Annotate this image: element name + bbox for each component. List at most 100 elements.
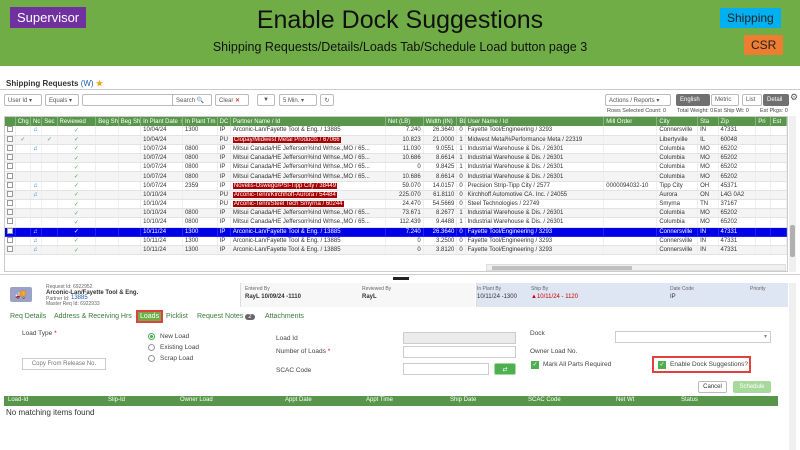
col-scac-code[interactable]: SCAC Code (528, 397, 561, 403)
schedule-button[interactable]: Schedule (733, 381, 771, 393)
enable-dock-suggestions-checkbox[interactable]: ✓ (658, 361, 666, 369)
view-link[interactable]: (W) (81, 79, 94, 88)
row-checkbox[interactable] (7, 154, 13, 161)
row-checkbox[interactable] (7, 172, 13, 179)
col-header[interactable]: In Plant Tm (182, 117, 218, 126)
col-header[interactable]: Beg Sh (118, 117, 142, 126)
row-checkbox[interactable] (7, 135, 13, 142)
actions-reports-button[interactable]: Actions / Reports ▾ (605, 94, 671, 106)
col-header[interactable]: Sta (697, 117, 719, 126)
row-checkbox[interactable] (7, 163, 13, 170)
table-cell[interactable] (5, 144, 16, 155)
detail-scrollbar[interactable] (789, 283, 796, 450)
metric-units-toggle[interactable]: Metric (711, 94, 739, 106)
mark-all-parts-checkbox[interactable]: ✓ (531, 361, 539, 369)
col-appt-time[interactable]: Appt Time (366, 397, 393, 403)
scrap-load-radio[interactable] (148, 355, 155, 362)
table-row[interactable]: ♫ ✓ 10/11/24 1300 IP Arconic-Lan/Fayette Tool… (5, 227, 787, 237)
list-view-toggle[interactable]: List (742, 94, 762, 106)
tab-request-notes[interactable]: Request Notes 2 (197, 313, 255, 320)
table-row[interactable]: ✓ 10/07/24 0800 IP Mitsui Canada/HE Jefferso… (5, 153, 787, 164)
col-net-wt[interactable]: Net Wt (616, 397, 634, 403)
tab-attachments[interactable]: Attachments (265, 313, 304, 320)
col-header[interactable]: Mill Order (603, 117, 658, 126)
col-slip-id[interactable]: Slip-Id (108, 397, 125, 403)
table-row[interactable]: ✓ ✓ ✓ 10/04/24 PU Clopay/Midwest Metal Produc… (5, 135, 787, 145)
table-cell[interactable] (5, 153, 16, 164)
table-cell[interactable] (5, 227, 16, 237)
row-checkbox[interactable] (7, 200, 13, 207)
col-load-id[interactable]: Load-Id (8, 397, 28, 403)
col-header[interactable]: Reviewed (57, 117, 97, 126)
table-cell[interactable] (5, 126, 16, 136)
table-cell[interactable] (5, 217, 16, 228)
filter-operator-select[interactable]: Equals ▾ (45, 94, 79, 106)
table-cell[interactable] (5, 245, 16, 256)
col-header[interactable]: Sec (41, 117, 58, 126)
table-row[interactable]: ♫ ✓ 10/10/24 PU Arconic-Tenn/Kirchhoff-Auror… (5, 190, 787, 201)
col-header[interactable]: Chg (15, 117, 31, 126)
table-cell[interactable] (5, 135, 16, 145)
table-row[interactable]: ✓ 10/10/24 0800 IP Mitsui Canada/HE Jefferso… (5, 208, 787, 219)
grid-horizontal-scrollbar[interactable] (486, 264, 786, 271)
table-cell[interactable] (5, 171, 16, 182)
table-cell[interactable] (5, 190, 16, 201)
col-ship-date[interactable]: Ship Date (450, 397, 476, 403)
english-units-toggle[interactable]: English (676, 94, 710, 106)
table-cell[interactable] (5, 208, 16, 219)
col-header[interactable]: Zip (718, 117, 757, 126)
col-header[interactable]: Partner Name / Id (230, 117, 386, 126)
scac-code-field[interactable] (403, 363, 489, 375)
dock-select[interactable]: ▾ (615, 331, 771, 343)
table-row[interactable]: ♫ ✓ 10/11/24 1300 IP Arconic-Lan/Fayette Tool… (5, 245, 787, 256)
filter-icon[interactable]: ▼ (257, 94, 275, 106)
tab-req-details[interactable]: Req Details (10, 313, 46, 320)
row-checkbox[interactable] (7, 209, 13, 216)
col-header[interactable]: City (656, 117, 699, 126)
panel-divider[interactable] (0, 274, 800, 282)
col-header[interactable]: Est (770, 117, 787, 126)
scroll-thumb[interactable] (790, 225, 795, 257)
col-header[interactable]: Nc (30, 117, 43, 126)
gear-icon[interactable]: ⚙ (790, 92, 798, 103)
refresh-interval-select[interactable]: 5 Min. ▾ (279, 94, 317, 106)
table-cell[interactable] (5, 199, 16, 210)
table-row[interactable]: ✓ 10/07/24 0800 IP Mitsui Canada/HE Jefferso… (5, 171, 787, 182)
divider-grip[interactable] (393, 277, 409, 280)
new-load-radio[interactable] (148, 333, 155, 340)
tab-address-receiving[interactable]: Address & Receiving Hrs (54, 313, 132, 320)
filter-field-select[interactable]: User Id ▾ (4, 94, 42, 106)
favorite-star-icon[interactable]: ★ (96, 79, 103, 88)
col-appt-date[interactable]: Appt Date (285, 397, 312, 403)
col-header[interactable]: Net (LB) (385, 117, 424, 126)
number-of-loads-field[interactable] (403, 346, 516, 358)
refresh-icon[interactable]: ↻ (320, 94, 334, 106)
table-row[interactable]: ♫ ✓ 10/04/24 1300 IP Arconic-Lan/Fayette Tool… (5, 126, 787, 136)
row-checkbox[interactable] (7, 126, 13, 133)
col-header[interactable]: User Name / Id (465, 117, 605, 126)
existing-load-radio[interactable] (148, 344, 155, 351)
row-checkbox[interactable] (7, 218, 13, 225)
grid-vertical-scrollbar[interactable] (789, 116, 796, 272)
table-row[interactable]: ✓ 10/10/24 PU Arconic-Tenn/Steel Tech Smyrn… (5, 199, 787, 210)
col-owner-load[interactable]: Owner Load (180, 397, 213, 403)
row-checkbox[interactable] (7, 236, 13, 243)
col-header[interactable]: In Plant Date ↑ (140, 117, 183, 126)
cancel-button[interactable]: Cancel (698, 381, 727, 393)
table-row[interactable]: ♫ ✓ 10/11/24 1300 IP Arconic-Lan/Fayette Tool… (5, 236, 787, 246)
col-header[interactable]: Width (IN) (423, 117, 458, 126)
table-cell[interactable] (5, 236, 16, 246)
table-cell[interactable] (5, 181, 16, 191)
col-header[interactable]: Beg Sh (95, 117, 119, 126)
tab-picklist[interactable]: Picklist (166, 313, 188, 320)
col-header[interactable]: BL (456, 117, 466, 126)
row-checkbox[interactable] (7, 246, 13, 253)
scroll-thumb-h[interactable] (492, 266, 632, 270)
row-checkbox[interactable] (7, 181, 13, 188)
search-button[interactable]: Search 🔍 (172, 94, 212, 106)
table-row[interactable]: ♫ ✓ 10/07/24 2359 IP Novelis-Oswego/PSI-Tipp … (5, 181, 787, 191)
col-header[interactable]: Pri (755, 117, 771, 126)
table-row[interactable]: ✓ 10/10/24 0800 IP Mitsui Canada/HE Jefferso… (5, 217, 787, 228)
scac-lookup-button[interactable]: ⇄ (494, 363, 516, 375)
row-checkbox[interactable] (7, 227, 13, 234)
